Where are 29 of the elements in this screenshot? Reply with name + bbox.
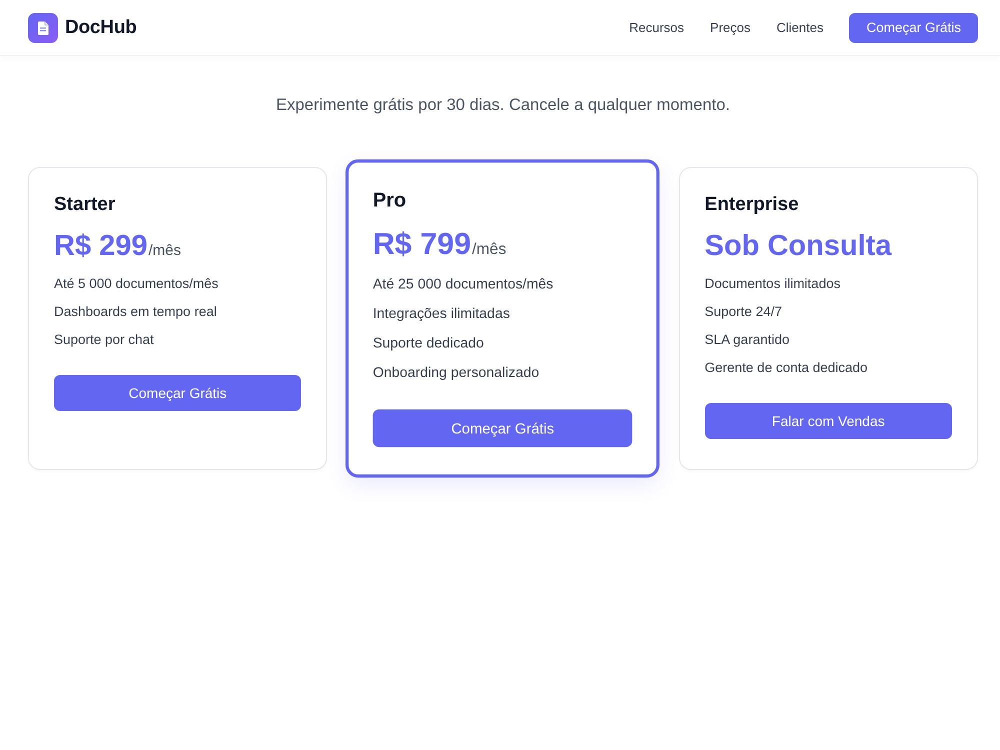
document-icon (28, 12, 58, 42)
price-period: /mês (148, 242, 182, 260)
brand-name[interactable]: DocHub (65, 16, 137, 38)
plan-feature: Até 25 000 documentos/mês (373, 274, 555, 294)
plan-button[interactable]: Começar Grátis (373, 409, 633, 448)
plan-button[interactable]: Começar Grátis (54, 375, 302, 411)
start-free-button[interactable]: Começar Grátis (849, 12, 978, 42)
plan-feature: Dashboards em tempo real (54, 303, 218, 321)
plan-feature: Integrações ilimitadas (373, 304, 512, 324)
price-period: /mês (472, 240, 507, 260)
plan-feature: Suporte por chat (54, 331, 155, 349)
plan-button[interactable]: Falar com Vendas (704, 403, 952, 439)
page-subtitle: Experimente grátis por 30 dias. Cancele a qualquer momento. (276, 95, 730, 116)
plan-feature: Gerente de conta dedicado (704, 359, 869, 377)
plan-price: R$ 799 (373, 226, 472, 262)
nav-link[interactable]: Preços (710, 20, 750, 35)
plan-feature: Documentos ilimitados (704, 275, 842, 293)
plan-name: Pro (373, 188, 408, 214)
plan-price: R$ 299 (54, 229, 148, 263)
plan-feature: Onboarding personalizado (373, 363, 540, 382)
plan-name: Starter (54, 193, 116, 217)
nav-link[interactable]: Clientes (776, 20, 824, 35)
plan-feature: SLA garantido (704, 331, 790, 349)
nav-link[interactable]: Recursos (629, 20, 684, 35)
plan-name: Enterprise (704, 193, 800, 217)
plan-feature: Suporte dedicado (373, 334, 486, 353)
plan-feature: Até 5 000 documentos/mês (54, 275, 220, 293)
plan-feature: Suporte 24/7 (704, 303, 783, 321)
plan-price: Sob Consulta (704, 229, 892, 263)
